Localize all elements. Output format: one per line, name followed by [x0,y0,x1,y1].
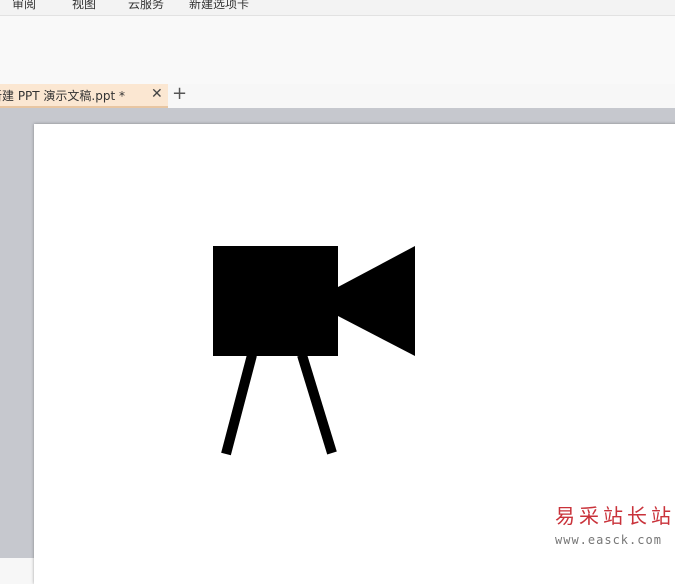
menu-item-review[interactable]: 审阅 [12,0,36,12]
video-camera-shape[interactable] [212,245,416,457]
close-icon[interactable]: ✕ [151,86,163,102]
document-tab-bar: 新建 PPT 演示文稿.ppt * ✕ + [0,83,675,108]
document-tab-label: 新建 PPT 演示文稿.ppt * [0,89,126,103]
camera-body [213,246,338,356]
ribbon-toolbar [0,16,675,84]
menu-item-cloud-service[interactable]: 云服务 [128,0,164,12]
menu-item-view[interactable]: 视图 [72,0,96,12]
plus-icon[interactable]: + [172,83,187,104]
watermark-url: www.easck.com [555,533,662,547]
tripod-leg-left [221,353,257,456]
camera-lens [338,246,415,356]
watermark: 易采站长站 www.easck.com [555,500,675,547]
menu-bar: 审阅 视图 云服务 新建选项卡 [0,0,675,16]
tripod-leg-right [297,353,337,455]
watermark-title: 易采站长站 [555,504,675,528]
menu-item-new-tab[interactable]: 新建选项卡 [189,0,249,12]
document-tab[interactable]: 新建 PPT 演示文稿.ppt * ✕ [0,84,168,108]
